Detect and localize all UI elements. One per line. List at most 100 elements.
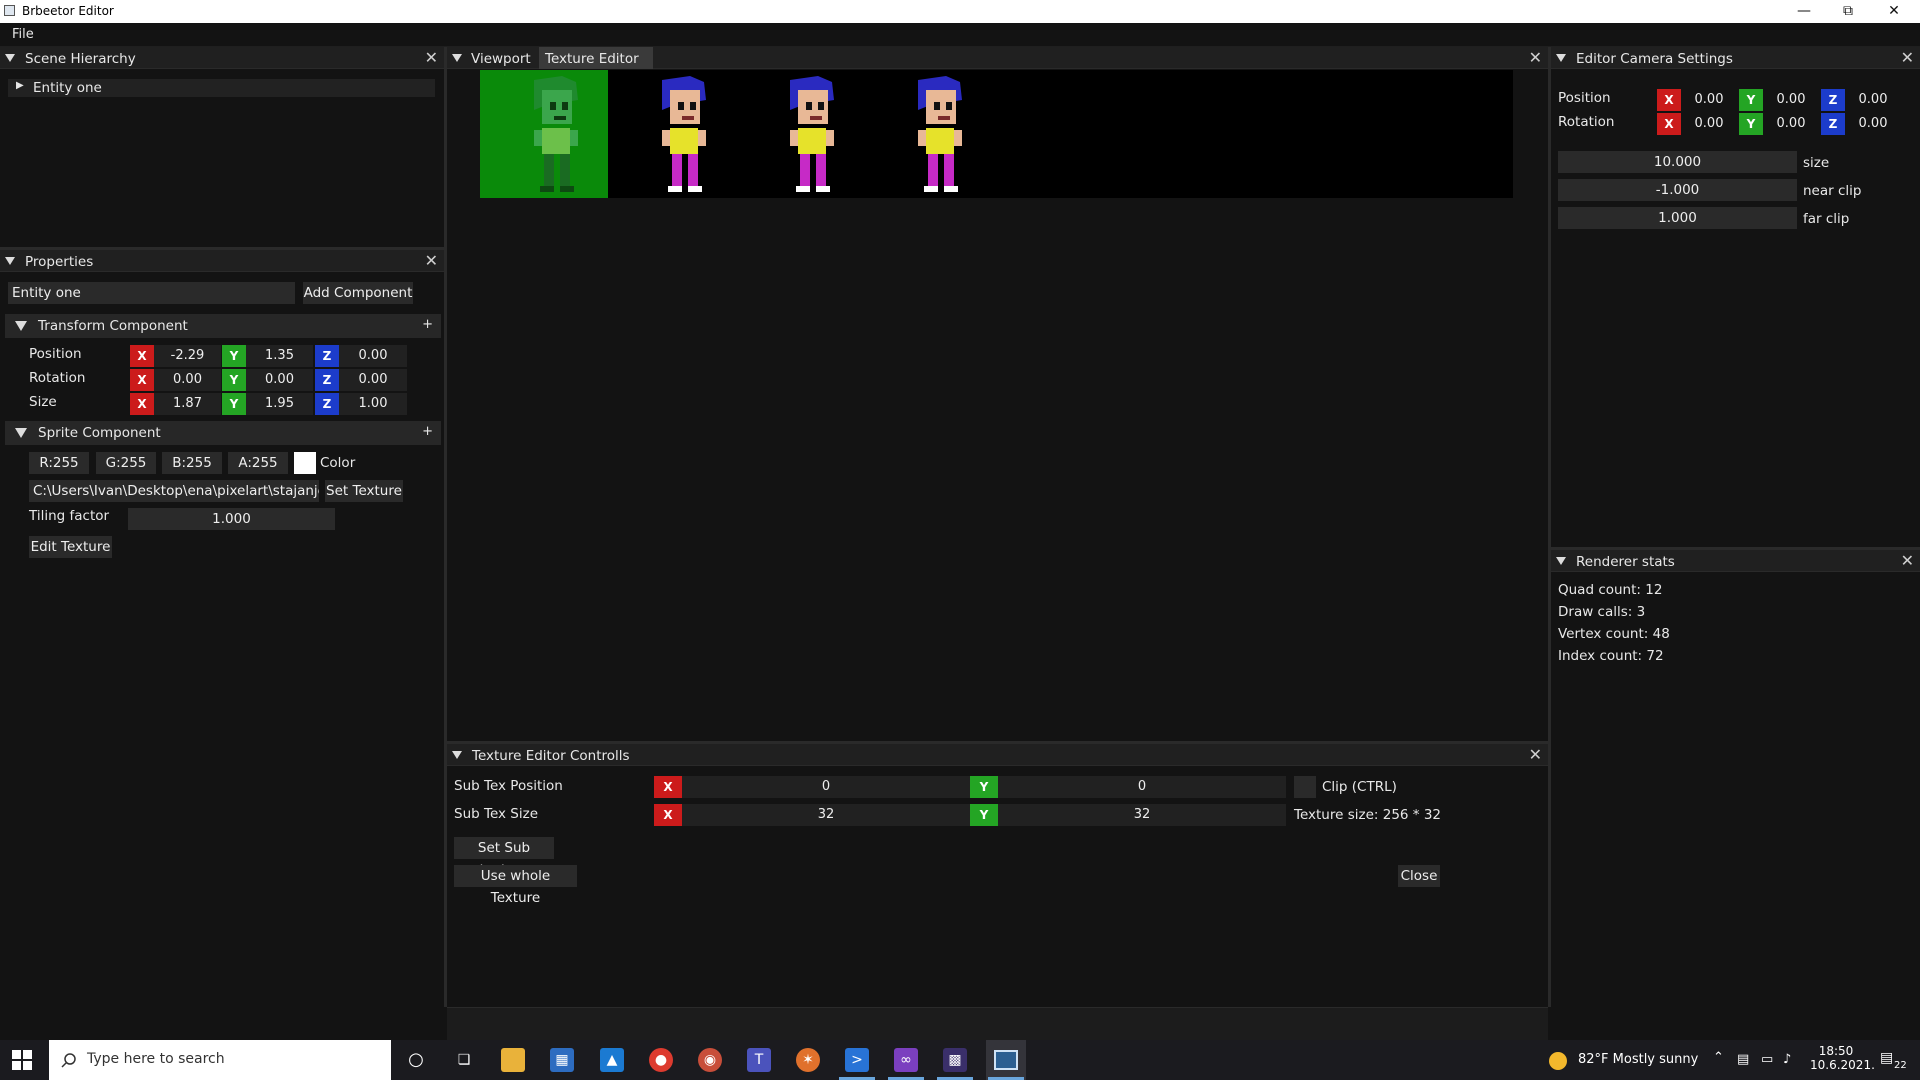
file-explorer-icon[interactable]	[501, 1048, 525, 1072]
windows-start-icon[interactable]	[12, 1050, 32, 1070]
far-clip-input[interactable]: 1.000	[1558, 207, 1797, 229]
terminal-icon[interactable]: >	[845, 1048, 869, 1072]
cortana-icon[interactable]: ○	[404, 1048, 428, 1072]
camera-rotation-z[interactable]: 0.00	[1845, 113, 1901, 135]
close-icon[interactable]: ✕	[425, 48, 438, 67]
y-axis-button[interactable]: Y	[222, 369, 246, 391]
collapse-triangle-icon[interactable]	[15, 321, 27, 331]
collapse-triangle-icon[interactable]	[1556, 54, 1566, 62]
z-axis-button[interactable]: Z	[1821, 113, 1845, 135]
z-axis-button[interactable]: Z	[315, 393, 339, 415]
set-sub-texture-button[interactable]: Set Sub texture	[454, 837, 554, 878]
close-window-button[interactable]: ✕	[1872, 0, 1916, 23]
z-axis-button[interactable]: Z	[315, 345, 339, 367]
media-player-icon[interactable]: ◉	[698, 1048, 722, 1072]
x-axis-button[interactable]: X	[130, 345, 154, 367]
camera-settings-header[interactable]: Editor Camera Settings ✕	[1551, 47, 1920, 69]
x-axis-button[interactable]: X	[1657, 113, 1681, 135]
camera-rotation-x[interactable]: 0.00	[1681, 113, 1737, 135]
chrome-icon[interactable]: ●	[649, 1048, 673, 1072]
close-icon[interactable]: ✕	[1529, 48, 1542, 67]
edit-texture-button[interactable]: Edit Texture	[29, 536, 112, 558]
color-swatch[interactable]	[294, 452, 316, 474]
camera-rotation-y[interactable]: 0.00	[1763, 113, 1819, 135]
properties-header[interactable]: Properties ✕	[0, 250, 444, 272]
store-icon[interactable]: ▦	[550, 1048, 574, 1072]
minimize-button[interactable]: —	[1782, 0, 1826, 23]
transform-component-header[interactable]: Transform Component +	[5, 314, 441, 338]
y-axis-button[interactable]: Y	[970, 776, 998, 798]
network-icon[interactable]: ▤	[1737, 1052, 1749, 1067]
close-button[interactable]: Close	[1398, 865, 1440, 887]
tiling-factor-input[interactable]: 1.000	[128, 508, 335, 530]
size-x-field[interactable]: 1.87	[154, 393, 221, 415]
set-texture-button[interactable]: Set Texture	[325, 480, 403, 502]
color-a-field[interactable]: A:255	[228, 452, 288, 474]
collapse-triangle-icon[interactable]	[5, 257, 15, 265]
component-settings-button[interactable]: +	[422, 424, 433, 439]
collapse-triangle-icon[interactable]	[5, 54, 15, 62]
close-icon[interactable]: ✕	[1901, 551, 1914, 570]
taskbar-search-box[interactable]: Type here to search	[49, 1040, 391, 1080]
menu-file[interactable]: File	[12, 27, 34, 42]
entity-name-input[interactable]: Entity one	[8, 282, 295, 304]
sub-tex-size-y-field[interactable]: 32	[998, 804, 1286, 826]
restore-button[interactable]: ⧉	[1826, 0, 1870, 23]
tab-texture-editor[interactable]: Texture Editor	[539, 47, 653, 69]
x-axis-button[interactable]: X	[1657, 89, 1681, 111]
camera-size-input[interactable]: 10.000	[1558, 151, 1797, 173]
color-r-field[interactable]: R:255	[29, 452, 89, 474]
camera-position-x[interactable]: 0.00	[1681, 89, 1737, 111]
tab-viewport[interactable]: Viewport	[471, 51, 531, 67]
y-axis-button[interactable]: Y	[222, 393, 246, 415]
texture-path-input[interactable]: C:\Users\Ivan\Desktop\ena\pixelart\staja…	[29, 480, 319, 502]
collapse-triangle-icon[interactable]	[1556, 557, 1566, 565]
rotation-y-field[interactable]: 0.00	[246, 369, 313, 391]
notification-icon[interactable]: ▤	[1880, 1050, 1893, 1066]
close-icon[interactable]: ✕	[1529, 745, 1542, 764]
texture-controls-header[interactable]: Texture Editor Controlls ✕	[447, 744, 1548, 766]
position-z-field[interactable]: 0.00	[339, 345, 407, 367]
weather-sun-icon[interactable]	[1549, 1052, 1567, 1070]
x-axis-button[interactable]: X	[654, 804, 682, 826]
battery-icon[interactable]: ▭	[1761, 1052, 1773, 1067]
size-z-field[interactable]: 1.00	[339, 393, 407, 415]
color-g-field[interactable]: G:255	[96, 452, 156, 474]
camera-position-y[interactable]: 0.00	[1763, 89, 1819, 111]
use-whole-texture-button[interactable]: Use whole Texture	[454, 865, 577, 906]
position-y-field[interactable]: 1.35	[246, 345, 313, 367]
z-axis-button[interactable]: Z	[315, 369, 339, 391]
tree-item-entity-one[interactable]: ▶ Entity one	[8, 79, 435, 97]
x-axis-button[interactable]: X	[130, 369, 154, 391]
rotation-x-field[interactable]: 0.00	[154, 369, 221, 391]
clock[interactable]: 18:50 10.6.2021.	[1810, 1044, 1875, 1072]
expand-arrow-icon[interactable]: ▶	[16, 80, 24, 91]
y-axis-button[interactable]: Y	[970, 804, 998, 826]
add-component-button[interactable]: Add Component	[303, 282, 413, 304]
blender-icon[interactable]: ✶	[796, 1048, 820, 1072]
collapse-triangle-icon[interactable]	[452, 751, 462, 759]
near-clip-input[interactable]: -1.000	[1558, 179, 1797, 201]
sub-tex-position-y-field[interactable]: 0	[998, 776, 1286, 798]
renderer-stats-header[interactable]: Renderer stats ✕	[1551, 550, 1920, 572]
app-icon[interactable]: ▲	[600, 1048, 624, 1072]
camera-position-z[interactable]: 0.00	[1845, 89, 1901, 111]
sub-tex-size-x-field[interactable]: 32	[682, 804, 970, 826]
weather-text[interactable]: 82°F Mostly sunny	[1578, 1052, 1698, 1067]
y-axis-button[interactable]: Y	[222, 345, 246, 367]
component-settings-button[interactable]: +	[422, 317, 433, 332]
size-y-field[interactable]: 1.95	[246, 393, 313, 415]
task-view-icon[interactable]: ❏	[452, 1048, 476, 1072]
x-axis-button[interactable]: X	[130, 393, 154, 415]
teams-icon[interactable]: T	[747, 1048, 771, 1072]
color-b-field[interactable]: B:255	[162, 452, 222, 474]
y-axis-button[interactable]: Y	[1739, 113, 1763, 135]
rotation-z-field[interactable]: 0.00	[339, 369, 407, 391]
y-axis-button[interactable]: Y	[1739, 89, 1763, 111]
volume-icon[interactable]: ♪	[1783, 1052, 1791, 1067]
chevron-up-icon[interactable]: ⌃	[1713, 1050, 1724, 1065]
z-axis-button[interactable]: Z	[1821, 89, 1845, 111]
sprite-component-header[interactable]: Sprite Component +	[5, 421, 441, 445]
collapse-triangle-icon[interactable]	[452, 54, 462, 62]
clip-checkbox[interactable]	[1294, 776, 1316, 798]
